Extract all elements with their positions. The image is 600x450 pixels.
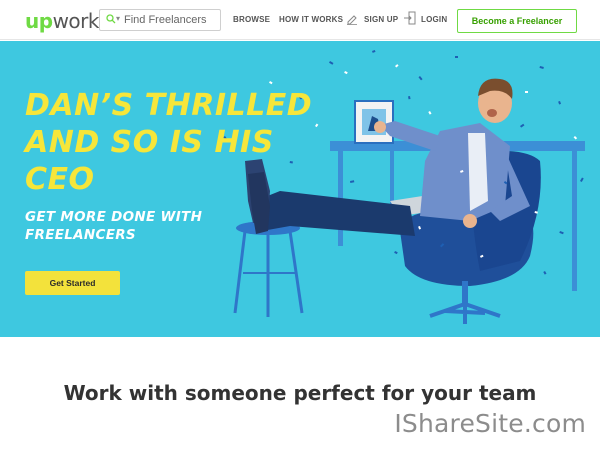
nav-browse[interactable]: BROWSE [233, 15, 270, 24]
become-freelancer-button[interactable]: Become a Freelancer [457, 9, 577, 33]
logo-work: work [52, 9, 100, 33]
search-box[interactable]: ▾ [99, 9, 221, 31]
chevron-down-icon[interactable]: ▾ [116, 14, 120, 23]
hero-headline-line-3: CEO [25, 162, 95, 197]
top-navbar: upwork™ ▾ BROWSE HOW IT WORKS SIGN UP LO… [0, 0, 600, 40]
hero-headline: DAN’S THRILLED AND SO IS HIS CEO [25, 87, 355, 198]
upwork-logo[interactable]: upwork™ [25, 9, 105, 33]
watermark: IShareSite.com [394, 409, 586, 438]
hero-banner: DAN’S THRILLED AND SO IS HIS CEO GET MOR… [0, 41, 600, 337]
nav-how-it-works[interactable]: HOW IT WORKS [279, 15, 343, 24]
section-tagline: Work with someone perfect for your team [63, 381, 537, 405]
nav-sign-up[interactable]: SIGN UP [364, 15, 398, 24]
hero-subheadline-line-1: GET MORE DONE WITH [25, 209, 203, 225]
hero-headline-line-1: DAN’S THRILLED [25, 88, 313, 123]
pencil-icon [347, 15, 357, 25]
search-input[interactable] [124, 11, 218, 29]
page: upwork™ ▾ BROWSE HOW IT WORKS SIGN UP LO… [0, 0, 600, 450]
hero-subheadline-line-2: FREELANCERS [25, 227, 136, 243]
search-icon [106, 14, 116, 24]
login-icon [404, 11, 416, 25]
get-started-button[interactable]: Get Started [25, 271, 120, 295]
nav-login[interactable]: LOGIN [421, 15, 447, 24]
hero-headline-line-2: AND SO IS HIS [25, 125, 274, 160]
hero-subheadline: GET MORE DONE WITH FREELANCERS [25, 208, 265, 244]
logo-up: up [25, 9, 53, 33]
